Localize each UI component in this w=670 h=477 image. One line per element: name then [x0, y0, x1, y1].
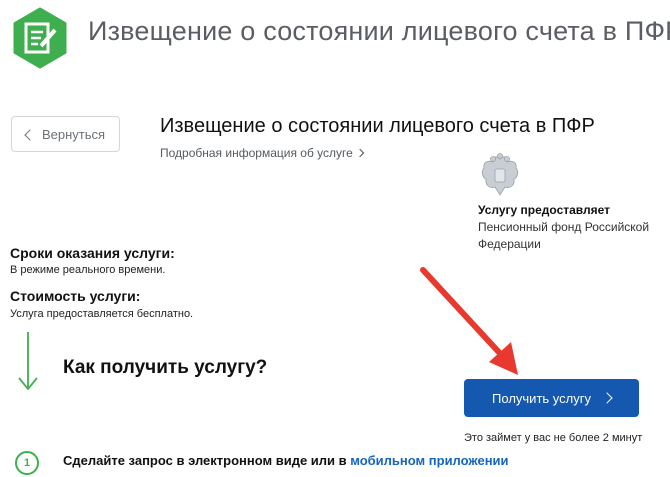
service-title: Извещение о состоянии лицевого счета в П… — [160, 115, 595, 137]
cost-value: Услуга предоставляется бесплатно. — [10, 308, 194, 320]
chevron-right-icon — [355, 148, 365, 158]
step-text: Сделайте запрос в электронном виде или в — [63, 453, 351, 468]
step-description: Сделайте запрос в электронном виде или в… — [63, 453, 509, 468]
coat-of-arms-icon — [481, 153, 519, 196]
service-details-label: Подробная информация об услуге — [160, 146, 353, 160]
how-to-get-title: Как получить услугу? — [63, 357, 268, 378]
get-service-label: Получить услугу — [492, 390, 591, 406]
provider-name: Пенсионный фонд Российской Федерации — [478, 220, 650, 251]
time-estimate: Это займет у вас не более 2 минут — [464, 432, 643, 444]
terms-label: Сроки оказания услуги: — [10, 245, 175, 261]
provider-label: Услугу предоставляет — [478, 203, 611, 217]
back-button[interactable]: Вернуться — [11, 116, 120, 152]
terms-value: В режиме реального времени. — [10, 264, 166, 276]
cost-label: Стоимость услуги: — [10, 288, 141, 304]
chevron-left-icon — [24, 128, 36, 141]
back-button-label: Вернуться — [41, 126, 106, 142]
red-arrow-icon — [420, 267, 518, 375]
arrow-down-icon — [18, 332, 38, 391]
step-number-badge: 1 — [15, 451, 39, 475]
page-title: Извещение о состоянии лицевого счета в П… — [88, 16, 670, 46]
chevron-right-icon — [601, 392, 613, 404]
document-pencil-icon — [13, 7, 67, 69]
get-service-button[interactable]: Получить услугу — [464, 379, 639, 417]
service-details-link[interactable]: Подробная информация об услуге — [160, 146, 365, 160]
mobile-app-link[interactable]: мобильном приложении — [350, 453, 508, 468]
